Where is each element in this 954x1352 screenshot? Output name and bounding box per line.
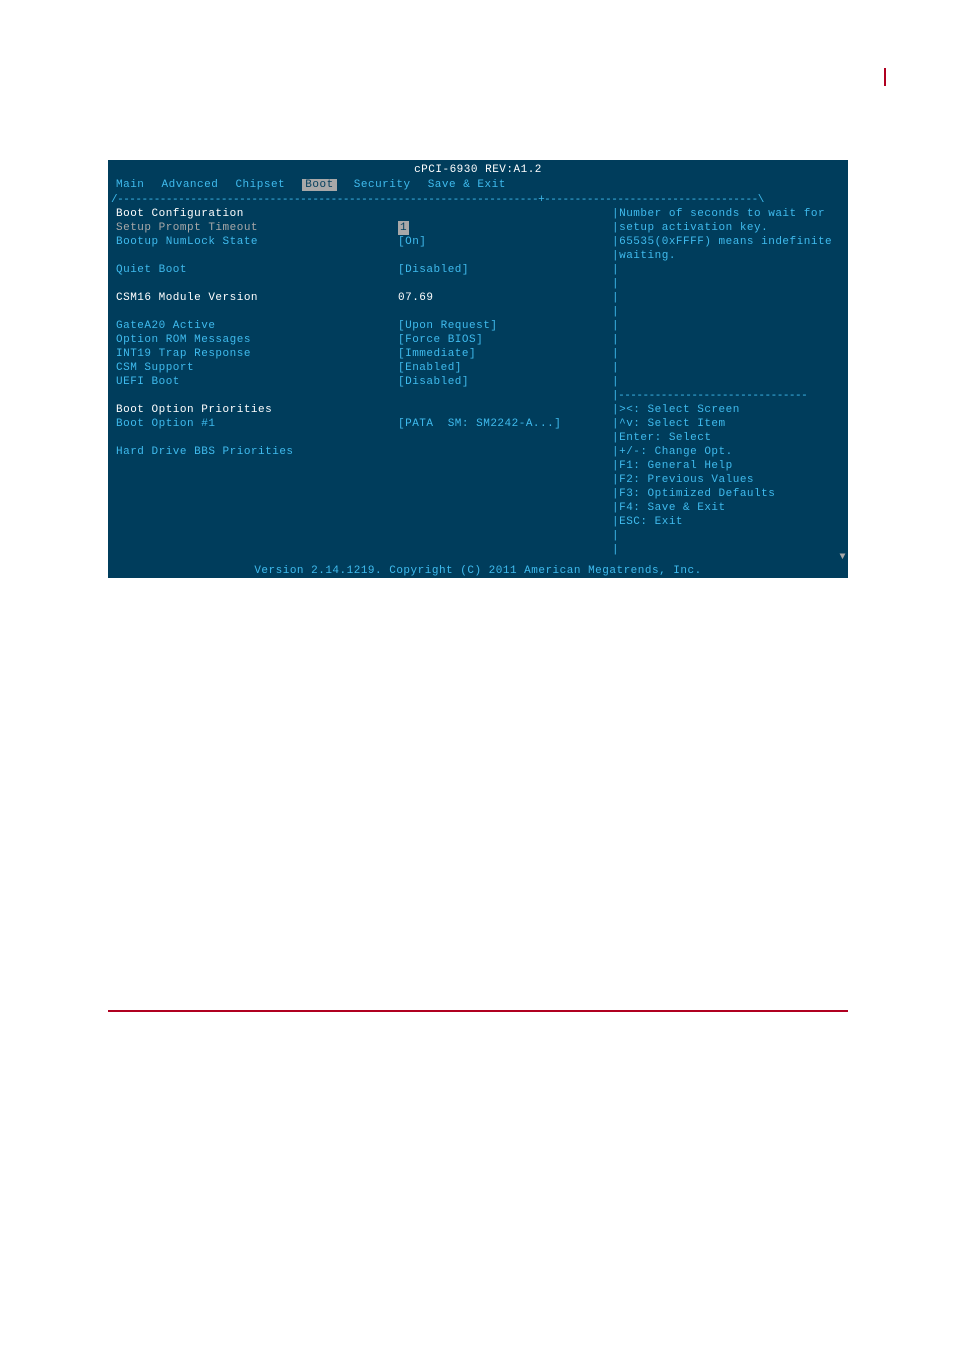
menu-save-exit[interactable]: Save & Exit: [428, 179, 506, 191]
menu-advanced[interactable]: Advanced: [162, 179, 219, 191]
bios-title: cPCI-6930 REV:A1.2: [108, 160, 848, 177]
quiet-boot-value[interactable]: [Disabled]: [398, 263, 469, 277]
help-key-item: ^v: Select Item: [619, 417, 726, 431]
hdd-bbs-label[interactable]: Hard Drive BBS Priorities: [116, 445, 398, 459]
boot-priorities-header: Boot Option Priorities: [116, 403, 398, 417]
quiet-boot-label[interactable]: Quiet Boot: [116, 263, 398, 277]
bios-footer: Version 2.14.1219. Copyright (C) 2011 Am…: [108, 564, 848, 578]
help-key-screen: ><: Select Screen: [619, 403, 740, 417]
bios-window: cPCI-6930 REV:A1.2 Main Advanced Chipset…: [108, 160, 848, 578]
gatea20-label[interactable]: GateA20 Active: [116, 319, 398, 333]
option-rom-value[interactable]: [Force BIOS]: [398, 333, 483, 347]
help-key-f3: F3: Optimized Defaults: [619, 487, 775, 501]
help-key-change: +/-: Change Opt.: [619, 445, 733, 459]
help-key-select: Enter: Select: [619, 431, 711, 445]
help-line4: waiting.: [619, 249, 676, 263]
uefi-boot-label[interactable]: UEFI Boot: [116, 375, 398, 389]
content-area: Boot Configuration Setup Prompt Timeout …: [108, 207, 848, 557]
boot-option-1-value[interactable]: [PATA SM: SM2242-A...]: [398, 417, 561, 431]
section-boot-config: Boot Configuration: [116, 207, 398, 221]
page-divider: [108, 1010, 848, 1012]
page-cursor: [884, 68, 886, 86]
help-key-f2: F2: Previous Values: [619, 473, 754, 487]
csm16-label: CSM16 Module Version: [116, 291, 398, 305]
help-line1: Number of seconds to wait for: [619, 207, 825, 221]
help-line2: setup activation key.: [619, 221, 768, 235]
menu-bar: Main Advanced Chipset Boot Security Save…: [108, 177, 848, 192]
uefi-boot-value[interactable]: [Disabled]: [398, 375, 469, 389]
scroll-arrow-icon: ▼: [839, 551, 846, 564]
menu-security[interactable]: Security: [354, 179, 411, 191]
menu-chipset[interactable]: Chipset: [235, 179, 285, 191]
csm-support-label[interactable]: CSM Support: [116, 361, 398, 375]
top-border: /---------------------------------------…: [108, 193, 848, 207]
help-key-f1: F1: General Help: [619, 459, 733, 473]
gatea20-value[interactable]: [Upon Request]: [398, 319, 497, 333]
setup-prompt-value[interactable]: 1: [398, 221, 430, 235]
csm16-value: 07.69: [398, 291, 434, 305]
help-key-f4: F4: Save & Exit: [619, 501, 726, 515]
setup-prompt-label[interactable]: Setup Prompt Timeout: [116, 221, 398, 235]
help-divider: |-------------------------------: [612, 389, 844, 403]
option-rom-label[interactable]: Option ROM Messages: [116, 333, 398, 347]
numlock-value[interactable]: [On]: [398, 235, 426, 249]
left-pane: Boot Configuration Setup Prompt Timeout …: [108, 207, 606, 557]
help-key-esc: ESC: Exit: [619, 515, 683, 529]
help-line3: 65535(0xFFFF) means indefinite: [619, 235, 832, 249]
menu-boot[interactable]: Boot: [302, 179, 336, 191]
int19-value[interactable]: [Immediate]: [398, 347, 476, 361]
numlock-label[interactable]: Bootup NumLock State: [116, 235, 398, 249]
csm-support-value[interactable]: [Enabled]: [398, 361, 462, 375]
boot-option-1-label[interactable]: Boot Option #1: [116, 417, 398, 431]
help-pane: |Number of seconds to wait for |setup ac…: [606, 207, 844, 557]
int19-label[interactable]: INT19 Trap Response: [116, 347, 398, 361]
menu-main[interactable]: Main: [116, 179, 144, 191]
